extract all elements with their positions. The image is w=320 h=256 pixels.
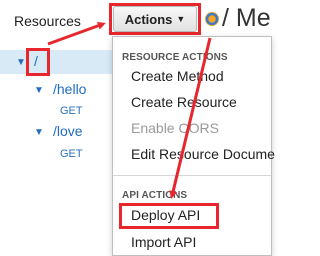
page-title: / Me	[222, 4, 271, 32]
expand-triangle-icon[interactable]: ▼	[34, 127, 44, 138]
menu-item-import-api[interactable]: Import API	[131, 234, 196, 250]
menu-item-edit-resource-documentation[interactable]: Edit Resource Docume	[131, 146, 275, 162]
tree-item-hello[interactable]: /hello	[53, 81, 86, 97]
expand-triangle-icon[interactable]: ▼	[16, 57, 26, 68]
menu-item-create-method[interactable]: Create Method	[131, 68, 224, 84]
deploy-highlight-box	[119, 203, 219, 229]
resources-label: Resources	[14, 13, 81, 29]
tree-method-get[interactable]: GET	[60, 148, 83, 160]
menu-item-enable-cors: Enable CORS	[131, 120, 219, 136]
resource-actions-header: RESOURCE ACTIONS	[122, 52, 228, 63]
actions-highlight-box	[109, 3, 201, 35]
menu-item-create-resource[interactable]: Create Resource	[131, 94, 237, 110]
resource-icon	[205, 12, 219, 26]
menu-divider	[113, 175, 271, 176]
root-highlight-box	[26, 48, 50, 76]
expand-triangle-icon[interactable]: ▼	[34, 85, 44, 96]
resource-tree: ▼ / ▼ /hello GET ▼ /love GET	[0, 46, 112, 252]
tree-item-love[interactable]: /love	[53, 123, 83, 139]
api-actions-header: API ACTIONS	[122, 190, 188, 201]
tree-method-get[interactable]: GET	[60, 105, 83, 117]
tree-item-root[interactable]: ▼ /	[0, 50, 112, 74]
